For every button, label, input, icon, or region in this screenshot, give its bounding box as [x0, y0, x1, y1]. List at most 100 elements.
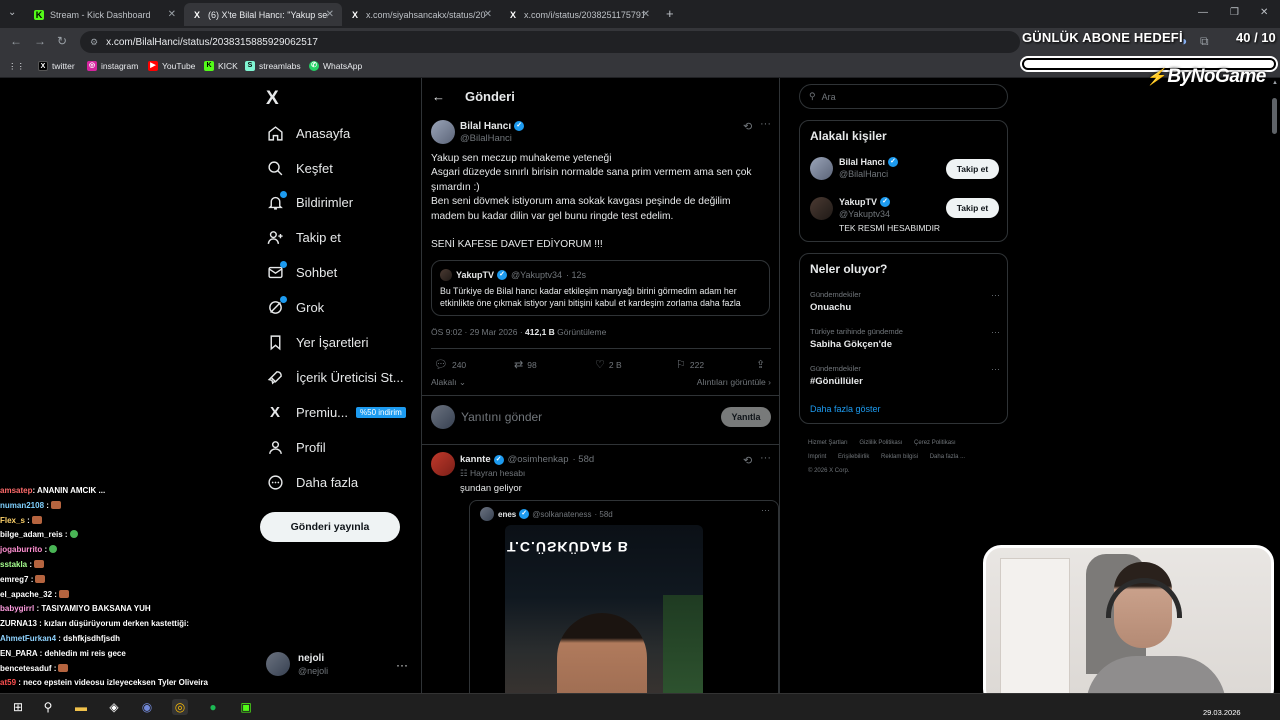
- follow-button[interactable]: Takip et: [946, 159, 999, 179]
- close-icon[interactable]: ✕: [484, 9, 492, 20]
- bookmark-twitter[interactable]: X twitter: [38, 61, 75, 71]
- nav-profile[interactable]: Profil: [266, 435, 326, 459]
- bookmark-action[interactable]: ⚐ 222: [676, 358, 704, 371]
- scrollbar-thumb[interactable]: [1272, 98, 1277, 134]
- footer-link[interactable]: Gizlilik Politikası: [859, 440, 902, 446]
- nav-creator-studio[interactable]: İçerik Üreticisi St...: [266, 365, 404, 389]
- close-window-icon[interactable]: ✕: [1260, 7, 1268, 18]
- footer-link[interactable]: Çerez Politikası: [914, 440, 956, 446]
- more-icon[interactable]: ···: [991, 290, 1000, 300]
- chat-username[interactable]: bencetesaduf: [0, 664, 52, 673]
- reply-sort-dropdown[interactable]: Alakalı ⌄: [431, 377, 466, 387]
- more-icon[interactable]: ···: [991, 364, 1000, 374]
- site-info-icon[interactable]: ⚙: [90, 37, 98, 48]
- tab-bilal-hanci-post[interactable]: X (6) X'te Bilal Hancı: "Yakup sen me ✕: [184, 3, 342, 26]
- chrome-icon[interactable]: ◎: [172, 699, 188, 715]
- app-icon[interactable]: ◈: [106, 699, 122, 715]
- author-name[interactable]: Bilal Hancı: [460, 121, 511, 132]
- search-icon[interactable]: ⚲: [40, 699, 56, 715]
- reload-icon[interactable]: ↻: [57, 34, 67, 48]
- embedded-media[interactable]: T.C.ÜSKÜDAR B: [505, 525, 703, 693]
- trend-item[interactable]: Gündemdekiler Onuachu ···: [810, 290, 1000, 313]
- more-icon[interactable]: ···: [761, 505, 770, 515]
- file-explorer-icon[interactable]: ▬: [73, 699, 89, 715]
- share-action[interactable]: ⇪: [756, 358, 769, 371]
- tab-kick-dashboard[interactable]: K Stream - Kick Dashboard ✕: [26, 3, 184, 26]
- nav-bookmarks[interactable]: Yer İşaretleri: [266, 330, 369, 354]
- quoted-tweet[interactable]: YakupTV ✓ @Yakuptv34 · 12s Bu Türkiye de…: [431, 260, 770, 316]
- footer-link[interactable]: Daha fazla ...: [930, 454, 965, 460]
- show-more-link[interactable]: Daha fazla göster: [810, 404, 881, 414]
- url-bar[interactable]: ⚙ x.com/BilalHanci/status/20383158859290…: [80, 31, 1020, 53]
- search-input[interactable]: ⚲ Ara: [799, 84, 1008, 109]
- x-logo-icon[interactable]: X: [266, 88, 279, 110]
- chat-username[interactable]: jogaburrito: [0, 545, 42, 554]
- new-tab-icon[interactable]: +: [666, 6, 674, 21]
- forward-icon[interactable]: →: [34, 34, 46, 48]
- like-action[interactable]: ♡ 2 B: [595, 358, 622, 371]
- close-icon[interactable]: ✕: [642, 9, 650, 20]
- chat-username[interactable]: babygirrl: [0, 604, 34, 613]
- chat-username[interactable]: amsatep: [0, 486, 32, 495]
- nav-follow[interactable]: Takip et: [266, 225, 341, 249]
- nav-home[interactable]: Anasayfa: [266, 121, 350, 145]
- author-handle[interactable]: @BilalHanci: [460, 133, 524, 144]
- trend-item[interactable]: Gündemdekiler #Gönüllüler ···: [810, 364, 1000, 387]
- bookmark-youtube[interactable]: ▶ YouTube: [148, 61, 195, 71]
- reply-action[interactable]: 💬︎ 240: [434, 358, 466, 371]
- embedded-tweet[interactable]: enes ✓ @solkanateness · 58d ··· T.C.ÜSKÜ…: [469, 500, 779, 693]
- trend-item[interactable]: Türkiye tarihinde gündemde Sabiha Gökçen…: [810, 327, 1000, 350]
- post-button[interactable]: Gönderi yayınla: [260, 512, 400, 542]
- chat-username[interactable]: AhmetFurkan4: [0, 634, 56, 643]
- avatar[interactable]: [431, 452, 455, 476]
- chat-username[interactable]: sstakla: [0, 560, 27, 569]
- footer-link[interactable]: Reklam bilgisi: [881, 454, 918, 460]
- bookmark-kick[interactable]: K KICK: [204, 61, 238, 71]
- bookmark-streamlabs[interactable]: S streamlabs: [245, 61, 301, 71]
- chat-username[interactable]: numan2108: [0, 501, 44, 510]
- more-icon[interactable]: ···: [760, 452, 771, 464]
- nav-chat[interactable]: Sohbet: [266, 260, 337, 284]
- reply-author-name[interactable]: kannte: [460, 454, 491, 465]
- back-icon[interactable]: ←: [10, 34, 22, 48]
- tweet-author[interactable]: Bilal Hancı ✓ @BilalHanci: [431, 120, 525, 144]
- nav-more[interactable]: Daha fazla: [266, 470, 358, 494]
- chat-username[interactable]: ZURNA13: [0, 619, 37, 628]
- avatar[interactable]: [431, 120, 455, 144]
- chat-username[interactable]: emreg7: [0, 575, 28, 584]
- minimize-icon[interactable]: —: [1198, 7, 1208, 18]
- windows-start-icon[interactable]: ⊞: [10, 699, 26, 715]
- nav-notifications[interactable]: Bildirimler: [266, 190, 353, 214]
- related-person[interactable]: Bilal Hancı ✓ @BilalHanci: [810, 157, 899, 180]
- more-icon[interactable]: ···: [396, 658, 408, 672]
- nav-premium[interactable]: X Premiu... %50 indirim: [266, 400, 406, 424]
- related-person[interactable]: YakupTV ✓ @Yakuptv34 TEK RESMİ HESABIMDIR: [810, 197, 940, 233]
- nav-grok[interactable]: Grok: [266, 295, 324, 319]
- restore-icon[interactable]: ❐: [1230, 7, 1239, 18]
- account-switcher[interactable]: nejoli @nejoli: [266, 652, 328, 676]
- back-arrow-icon[interactable]: ←: [432, 89, 445, 104]
- chat-username[interactable]: at59: [0, 678, 16, 687]
- chat-username[interactable]: EN_PARA: [0, 649, 37, 658]
- close-icon[interactable]: ✕: [326, 9, 334, 20]
- view-quotes-link[interactable]: Alıntıları görüntüle ›: [697, 377, 771, 387]
- grok-icon[interactable]: ⟲: [743, 454, 752, 467]
- more-icon[interactable]: ···: [991, 327, 1000, 337]
- extensions-puzzle-icon[interactable]: ⧉: [1200, 34, 1209, 49]
- footer-link[interactable]: Erişilebilirlik: [838, 454, 869, 460]
- more-icon[interactable]: ···: [760, 118, 771, 130]
- reply-input[interactable]: Yanıtını gönder: [461, 410, 542, 424]
- chat-username[interactable]: Flex_s: [0, 516, 25, 525]
- footer-link[interactable]: Imprint: [808, 454, 826, 460]
- tab-siyahsancakx-status[interactable]: X x.com/siyahsancakx/status/203 ✕: [342, 3, 500, 26]
- footer-link[interactable]: Hizmet Şartları: [808, 440, 848, 446]
- follow-button[interactable]: Takip et: [946, 198, 999, 218]
- chat-username[interactable]: el_apache_32: [0, 590, 52, 599]
- tab-i-status[interactable]: X x.com/i/status/20382511757917 ✕: [500, 3, 658, 26]
- tweet-time[interactable]: ÖS 9:02 · 29 Mar 2026 ·: [431, 327, 525, 337]
- bookmark-instagram[interactable]: ◎ instagram: [87, 61, 138, 71]
- reply-button[interactable]: Yanıtla: [721, 407, 771, 427]
- close-icon[interactable]: ✕: [168, 9, 176, 20]
- tab-search-icon[interactable]: ⌄: [8, 7, 16, 18]
- chat-username[interactable]: bilge_adam_reis: [0, 530, 63, 539]
